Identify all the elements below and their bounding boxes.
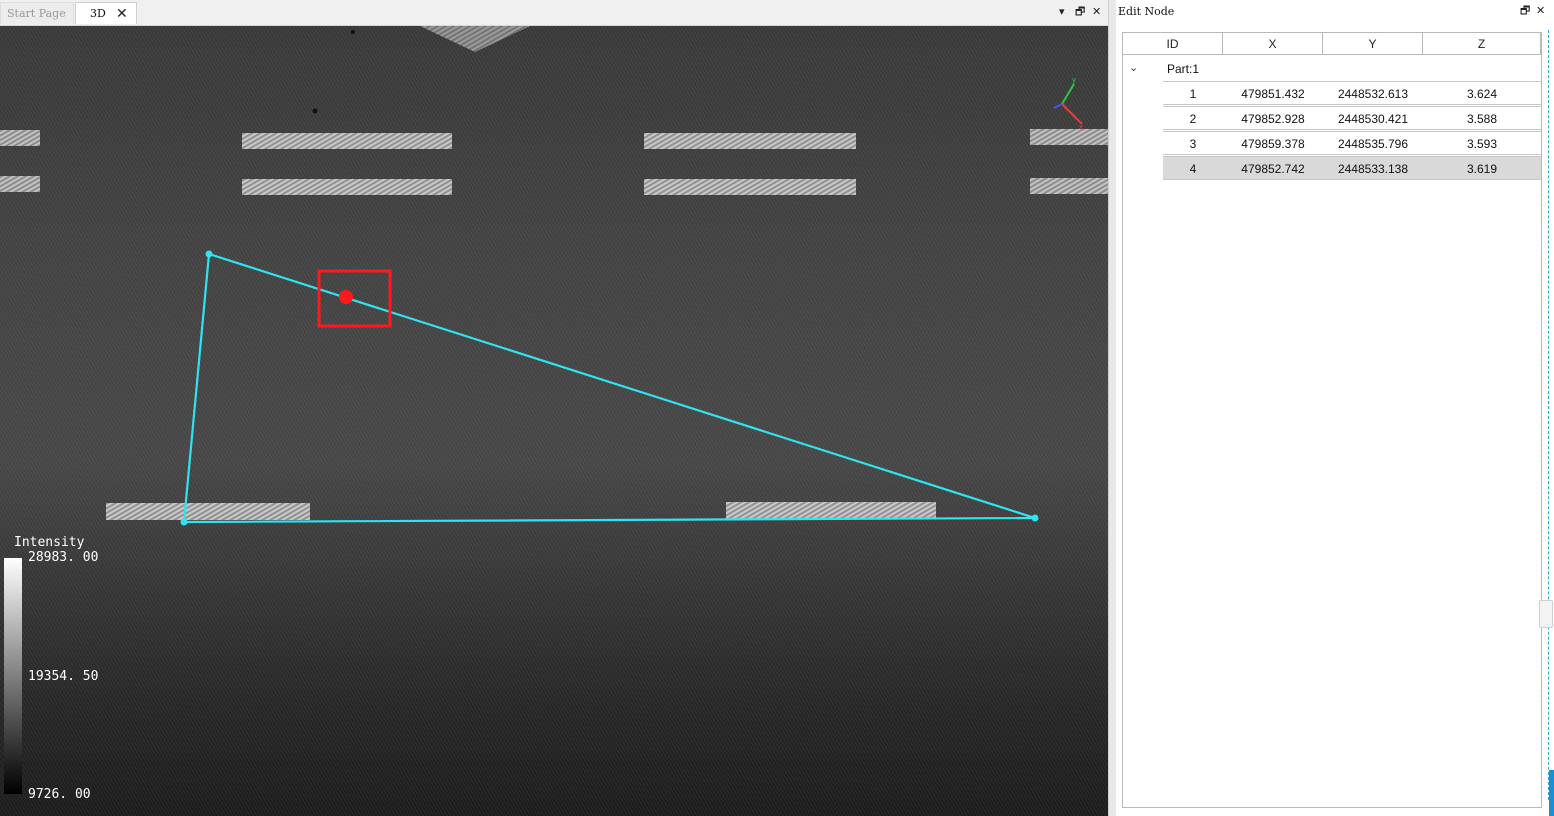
close-panel-icon[interactable]: ✕	[1536, 4, 1545, 18]
svg-text:y: y	[1072, 76, 1076, 84]
svg-text:x: x	[1079, 123, 1083, 131]
cell-y: 2448535.796	[1337, 137, 1409, 151]
cell-y: 2448530.421	[1337, 112, 1409, 126]
close-window-icon[interactable]: ✕	[1092, 5, 1101, 19]
road-marking	[106, 503, 310, 520]
axis-gizmo: y x	[1053, 76, 1083, 131]
cell-y: 2448533.138	[1337, 162, 1409, 176]
resize-handle[interactable]	[1539, 600, 1553, 628]
cell-x: 479852.742	[1241, 162, 1305, 176]
node-grid: ID X Y Z ⌄ Part:1 1 479851.432 2448532.6…	[1122, 32, 1542, 808]
panel-edge	[1548, 30, 1549, 800]
noise-speck	[351, 30, 355, 34]
restore-panel-icon[interactable]: 🗗	[1520, 4, 1530, 18]
restore-window-icon[interactable]: 🗗	[1075, 5, 1085, 19]
polygon-edges	[182, 252, 1036, 524]
road-marking	[644, 179, 856, 195]
3d-viewport[interactable]: y x Intensity 28983. 00 19354. 50 9726. …	[0, 26, 1108, 816]
road-marking	[0, 176, 40, 192]
tab-bar: Start Page 3D ✕ ▾ 🗗 ✕	[0, 0, 1108, 26]
edit-node-panel: Edit Node 🗗 ✕ ID X Y Z ⌄ Part:1 1 479851…	[1116, 0, 1554, 816]
vertex-handle	[1031, 514, 1039, 522]
road-marking	[0, 130, 40, 146]
cell-id: 2	[1189, 112, 1197, 126]
cell-z: 3.624	[1466, 87, 1498, 101]
cell-z: 3.588	[1466, 112, 1498, 126]
legend-min-value: 9726. 00	[28, 787, 91, 802]
cell-z: 3.593	[1466, 137, 1498, 151]
group-row[interactable]: ⌄ Part:1	[1123, 56, 1541, 81]
road-marking	[1030, 129, 1108, 145]
cell-z: 3.619	[1466, 162, 1498, 176]
cell-x: 479852.928	[1241, 112, 1305, 126]
tab-3d[interactable]: 3D ✕	[75, 2, 137, 24]
column-header-z[interactable]: Z	[1423, 33, 1541, 55]
cell-x: 479851.432	[1241, 87, 1305, 101]
road-marking	[420, 26, 530, 52]
dropdown-menu-icon[interactable]: ▾	[1059, 5, 1065, 19]
column-header-y[interactable]: Y	[1323, 33, 1423, 55]
cell-id: 3	[1189, 137, 1197, 151]
table-row[interactable]: 2 479852.928 2448530.421 3.588	[1163, 106, 1541, 130]
table-row[interactable]: 3 479859.378 2448535.796 3.593	[1163, 131, 1541, 155]
road-marking	[242, 133, 452, 149]
cell-y: 2448532.613	[1337, 87, 1409, 101]
table-row-selected[interactable]: 4 479852.742 2448533.138 3.619	[1163, 156, 1541, 180]
group-label: Part:1	[1167, 62, 1200, 76]
column-header-x[interactable]: X	[1223, 33, 1323, 55]
legend-max-value: 28983. 00	[28, 550, 99, 565]
selection-box	[317, 269, 392, 328]
noise-speck	[312, 108, 318, 114]
legend-title: Intensity	[14, 535, 85, 550]
road-marking	[1030, 178, 1108, 194]
selected-node-marker	[339, 290, 353, 304]
intensity-color-bar	[4, 558, 22, 794]
column-header-id[interactable]: ID	[1123, 33, 1223, 55]
road-marking	[726, 502, 936, 519]
tab-start-page[interactable]: Start Page	[0, 2, 74, 24]
cell-id: 1	[1189, 87, 1197, 101]
vertex-handle	[180, 518, 188, 526]
document-area: Start Page 3D ✕ ▾ 🗗 ✕ y x Intensity 2898…	[0, 0, 1108, 816]
tab-3d-label: 3D	[90, 7, 106, 20]
road-marking	[242, 179, 452, 195]
table-row[interactable]: 1 479851.432 2448532.613 3.624	[1163, 81, 1541, 105]
close-icon[interactable]: ✕	[116, 3, 128, 25]
legend-mid-value: 19354. 50	[28, 669, 99, 684]
cell-id: 4	[1189, 162, 1197, 176]
chevron-down-icon[interactable]: ⌄	[1129, 61, 1138, 74]
road-marking	[644, 133, 856, 149]
scrollbar-thumb[interactable]	[1549, 770, 1554, 816]
cell-x: 479859.378	[1241, 137, 1305, 151]
point-cloud-scene: y x	[0, 26, 1108, 526]
panel-title: Edit Node	[1118, 5, 1175, 18]
measured-polygon[interactable]	[180, 250, 1039, 526]
vertex-handle	[205, 250, 213, 258]
